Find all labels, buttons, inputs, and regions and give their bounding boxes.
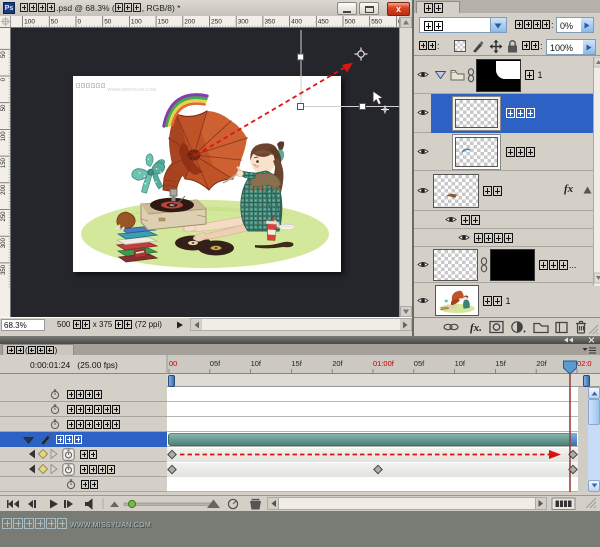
svg-text:0: 0	[1, 77, 7, 81]
svg-text:550: 550	[371, 19, 382, 26]
svg-text:350: 350	[1, 264, 7, 275]
svg-text:250: 250	[1, 211, 7, 222]
svg-text:450: 450	[318, 19, 329, 26]
svg-text:300: 300	[1, 238, 7, 249]
svg-text:150: 150	[1, 157, 7, 168]
svg-text:400: 400	[291, 19, 302, 26]
svg-text:100: 100	[131, 19, 142, 26]
svg-text:200: 200	[184, 19, 195, 26]
svg-text:350: 350	[264, 19, 275, 26]
svg-text:50: 50	[1, 51, 7, 58]
svg-text:0: 0	[78, 19, 82, 26]
svg-text:50: 50	[104, 19, 112, 26]
svg-text:250: 250	[211, 19, 222, 26]
svg-text:100: 100	[24, 19, 35, 26]
svg-text:50: 50	[1, 104, 7, 111]
svg-text:100: 100	[1, 131, 7, 142]
svg-text:300: 300	[238, 19, 249, 26]
svg-text:150: 150	[158, 19, 169, 26]
svg-text:50: 50	[51, 19, 59, 26]
svg-text:500: 500	[345, 19, 356, 26]
svg-text:fx.: fx.	[470, 322, 482, 334]
svg-text:200: 200	[1, 184, 7, 195]
